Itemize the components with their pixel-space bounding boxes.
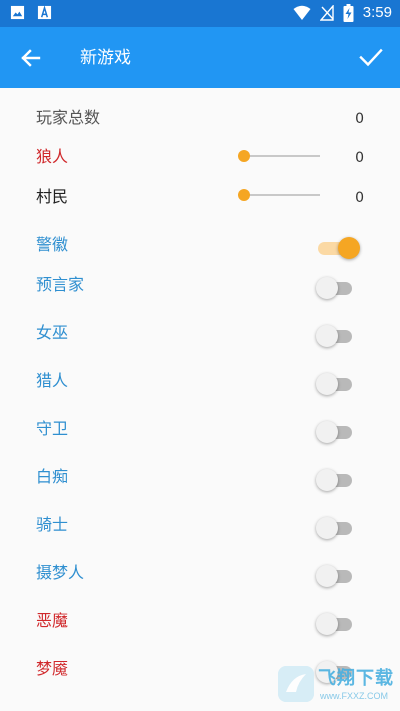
dreamcatcher-switch[interactable] xyxy=(316,565,354,587)
sheriff-badge-switch[interactable] xyxy=(318,237,360,259)
notification-icons xyxy=(10,5,52,20)
role-label-idiot: 白痴 xyxy=(36,467,69,486)
status-bar: 3:59 xyxy=(0,0,400,27)
battery-charging-icon xyxy=(343,4,354,22)
villager-label: 村民 xyxy=(36,187,69,206)
villager-slider[interactable] xyxy=(238,189,320,201)
role-label-dreamcatcher: 摄梦人 xyxy=(36,563,85,582)
site-watermark: 飞翔下载 www.FXXZ.COM xyxy=(276,664,394,708)
witch-switch[interactable] xyxy=(316,325,354,347)
werewolf-count: 0 xyxy=(355,150,364,166)
app-bar: 新游戏 xyxy=(0,27,400,88)
total-players-value: 0 xyxy=(355,111,364,127)
role-label-sheriff-badge: 警徽 xyxy=(36,235,69,254)
watermark-name: 飞翔下载 xyxy=(318,668,394,689)
seer-switch[interactable] xyxy=(316,277,354,299)
werewolf-slider[interactable] xyxy=(238,150,320,162)
werewolf-label: 狼人 xyxy=(36,147,69,166)
role-label-hunter: 猎人 xyxy=(36,371,69,390)
page-title: 新游戏 xyxy=(80,48,131,68)
role-label-demon: 恶魔 xyxy=(36,611,69,630)
idiot-switch[interactable] xyxy=(316,469,354,491)
hunter-switch[interactable] xyxy=(316,373,354,395)
no-signal-icon xyxy=(319,5,334,21)
villager-count: 0 xyxy=(355,190,364,206)
role-label-knight: 骑士 xyxy=(36,515,69,534)
guard-switch[interactable] xyxy=(316,421,354,443)
slider-thumb[interactable] xyxy=(238,150,250,162)
wifi-icon xyxy=(293,5,311,20)
role-label-witch: 女巫 xyxy=(36,323,69,342)
role-label-seer: 预言家 xyxy=(36,275,85,294)
back-arrow-icon[interactable] xyxy=(18,45,44,71)
image-notification-icon xyxy=(10,5,25,20)
clock: 3:59 xyxy=(362,4,392,21)
watermark-logo-icon xyxy=(278,666,314,702)
check-icon[interactable] xyxy=(358,44,384,70)
font-notification-icon xyxy=(37,5,52,20)
watermark-url: www.FXXZ.COM xyxy=(320,691,389,701)
role-label-nightmare: 梦魇 xyxy=(36,659,69,678)
role-label-guard: 守卫 xyxy=(36,419,69,438)
knight-switch[interactable] xyxy=(316,517,354,539)
demon-switch[interactable] xyxy=(316,613,354,635)
system-icons: 3:59 xyxy=(293,4,392,22)
total-players-label: 玩家总数 xyxy=(36,108,101,127)
slider-thumb[interactable] xyxy=(238,189,250,201)
